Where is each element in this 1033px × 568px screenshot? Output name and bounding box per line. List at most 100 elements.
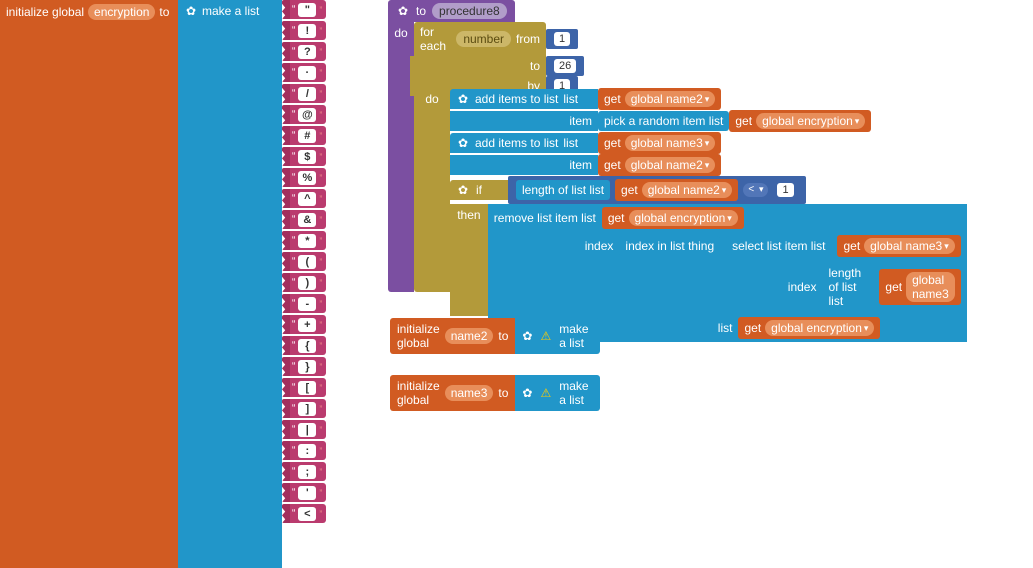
number-value[interactable]: 1 — [777, 183, 793, 197]
compare-block[interactable]: length of list list get global name2▾ < … — [508, 176, 806, 204]
from-value[interactable]: 1 — [554, 32, 570, 46]
gear-icon[interactable]: ✿ — [456, 136, 470, 150]
text-value[interactable]: ( — [298, 255, 316, 269]
text-string-block[interactable]: “$” — [282, 147, 360, 166]
gear-icon[interactable]: ✿ — [456, 183, 470, 197]
text-string-block[interactable]: “!” — [282, 21, 360, 40]
var-dropdown[interactable]: global name2▾ — [625, 91, 716, 107]
gear-icon[interactable]: ✿ — [396, 4, 410, 18]
var-encryption[interactable]: encryption — [88, 4, 155, 20]
text-string-block[interactable]: “)” — [282, 273, 360, 292]
var-dropdown[interactable]: global encryption▾ — [756, 113, 865, 129]
text-string-block[interactable]: “:” — [282, 441, 360, 460]
from-value-block[interactable]: 1 — [546, 29, 578, 49]
text-string-block[interactable]: “{” — [282, 336, 360, 355]
text-string-block[interactable]: “^” — [282, 189, 360, 208]
text-value[interactable]: ' — [298, 486, 316, 500]
text-string-block[interactable]: “#” — [282, 126, 360, 145]
text-value[interactable]: % — [298, 171, 316, 185]
var-name2[interactable]: name2 — [445, 328, 494, 344]
text-string-block[interactable]: “"” — [282, 0, 360, 19]
operator-dropdown[interactable]: < ▾ — [743, 183, 768, 196]
init-global-name3[interactable]: initialize global name3 to ✿ ⚠ make a li… — [390, 375, 600, 411]
text-value[interactable]: / — [298, 87, 316, 101]
get-block[interactable]: get global name2▾ — [598, 88, 721, 110]
text-string-block[interactable]: “/” — [282, 84, 360, 103]
text-value[interactable]: | — [298, 423, 316, 437]
text-string-block[interactable]: “?” — [282, 42, 360, 61]
gear-icon[interactable]: ✿ — [184, 4, 198, 18]
text-value[interactable]: [ — [298, 381, 316, 395]
var-dropdown[interactable]: global name3▾ — [864, 238, 955, 254]
index-in-list-block[interactable]: index in list thing — [619, 236, 720, 256]
text-value[interactable]: & — [298, 213, 316, 227]
text-value[interactable]: $ — [298, 150, 316, 164]
text-value[interactable]: + — [298, 318, 316, 332]
text-value[interactable]: " — [298, 3, 316, 17]
var-dropdown[interactable]: global name2▾ — [625, 157, 716, 173]
text-string-block[interactable]: “*” — [282, 231, 360, 250]
get-block[interactable]: get global name3▾ — [598, 132, 721, 154]
gear-icon[interactable]: ✿ — [522, 329, 532, 343]
var-dropdown[interactable]: global name3▾ — [625, 135, 716, 151]
number-block[interactable]: 1 — [773, 181, 797, 199]
text-string-block[interactable]: “&” — [282, 210, 360, 229]
var-name3[interactable]: name3 — [445, 385, 494, 401]
length-block[interactable]: length of list list — [822, 263, 873, 311]
text-string-block[interactable]: “·” — [282, 63, 360, 82]
to-value[interactable]: 26 — [554, 59, 576, 73]
gear-icon[interactable]: ✿ — [456, 92, 470, 106]
add-items-block-2[interactable]: ✿ add items to list list get global name… — [450, 132, 967, 176]
text-string-block[interactable]: “}” — [282, 357, 360, 376]
text-value[interactable]: { — [298, 339, 316, 353]
text-string-block[interactable]: “]” — [282, 399, 360, 418]
text-value[interactable]: ) — [298, 276, 316, 290]
get-block[interactable]: get global name2▾ — [598, 154, 721, 176]
text-value[interactable]: # — [298, 129, 316, 143]
text-value[interactable]: < — [298, 507, 316, 521]
text-string-block[interactable]: “@” — [282, 105, 360, 124]
for-var[interactable]: number — [456, 31, 511, 47]
text-string-block[interactable]: “'” — [282, 483, 360, 502]
text-value[interactable]: * — [298, 234, 316, 248]
get-block[interactable]: get global name2▾ — [615, 179, 738, 201]
var-dropdown[interactable]: global encryption▾ — [765, 320, 874, 336]
for-each-block[interactable]: for each number from 1 to 26 by 1 do — [414, 22, 584, 96]
var-dropdown[interactable]: global name3 — [906, 272, 955, 302]
text-string-block[interactable]: “+” — [282, 315, 360, 334]
var-dropdown[interactable]: global name2▾ — [642, 182, 733, 198]
get-block[interactable]: get global name3▾ — [837, 235, 960, 257]
get-block[interactable]: get global encryption▾ — [729, 110, 871, 132]
to-value-block[interactable]: 26 — [546, 56, 584, 76]
gear-icon[interactable]: ✿ — [522, 386, 532, 400]
get-block[interactable]: get global encryption▾ — [738, 317, 880, 339]
select-list-item-block[interactable]: select list item list — [726, 236, 831, 256]
text-value[interactable]: ] — [298, 402, 316, 416]
text-value[interactable]: } — [298, 360, 316, 374]
text-string-block[interactable]: “;” — [282, 462, 360, 481]
text-string-block[interactable]: “<” — [282, 504, 360, 523]
length-block[interactable]: length of list list — [516, 180, 610, 200]
add-items-block-1[interactable]: ✿ add items to list list get global name… — [450, 88, 967, 132]
text-value[interactable]: - — [298, 297, 316, 311]
procedure-name[interactable]: procedure8 — [432, 3, 507, 19]
init-global-name2[interactable]: initialize global name2 to ✿ ⚠ make a li… — [390, 318, 600, 354]
text-value[interactable]: · — [298, 66, 316, 80]
text-string-block[interactable]: “|” — [282, 420, 360, 439]
text-string-block[interactable]: “-” — [282, 294, 360, 313]
text-string-block[interactable]: “%” — [282, 168, 360, 187]
text-value[interactable]: ; — [298, 465, 316, 479]
get-block[interactable]: get global encryption▾ — [602, 207, 744, 229]
text-string-block[interactable]: “(” — [282, 252, 360, 271]
get-block[interactable]: get global name3 — [879, 269, 960, 305]
pick-random-block[interactable]: pick a random item list — [598, 111, 729, 131]
text-value[interactable]: @ — [298, 108, 316, 122]
make-list-block[interactable]: ✿ make a list — [178, 0, 282, 568]
init-global-block[interactable]: initialize global encryption to — [0, 0, 178, 568]
text-value[interactable]: ! — [298, 24, 316, 38]
text-string-block[interactable]: “[” — [282, 378, 360, 397]
var-dropdown[interactable]: global encryption▾ — [629, 210, 738, 226]
text-value[interactable]: ? — [298, 45, 316, 59]
text-value[interactable]: : — [298, 444, 316, 458]
text-value[interactable]: ^ — [298, 192, 316, 206]
